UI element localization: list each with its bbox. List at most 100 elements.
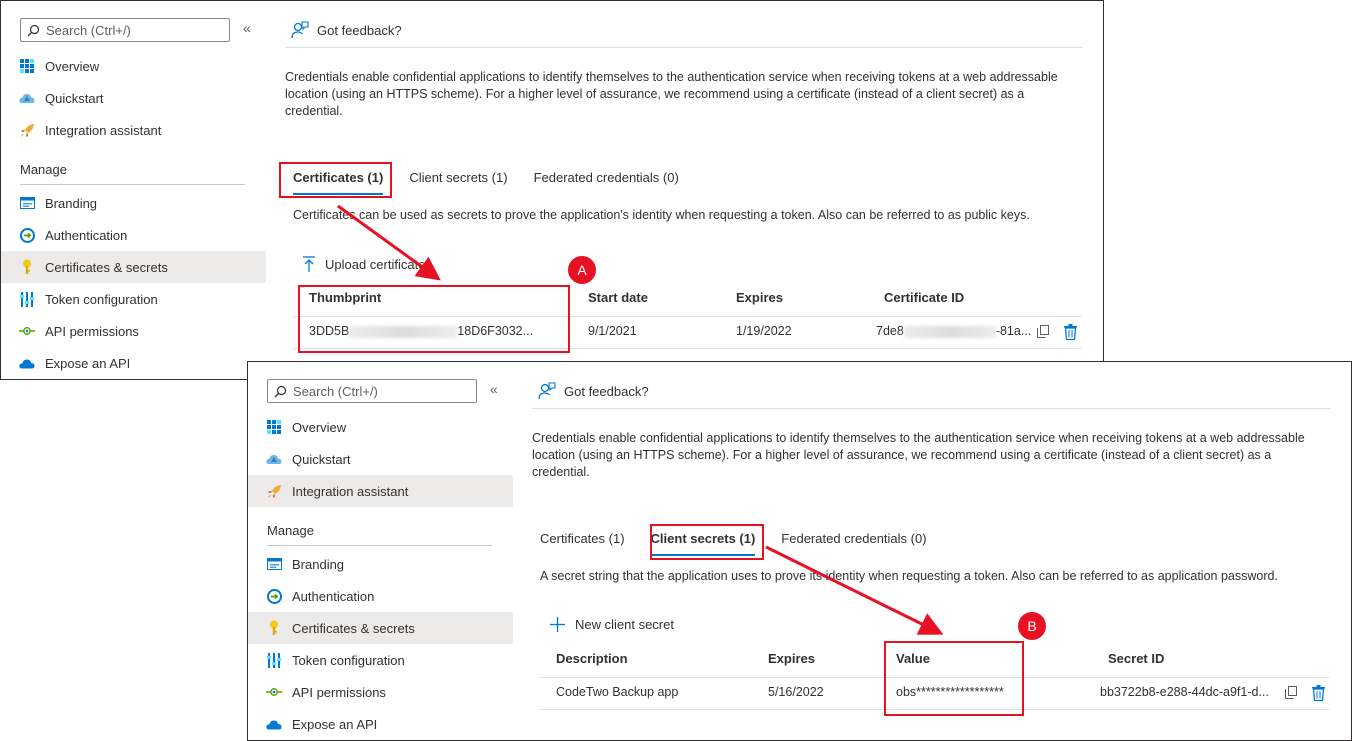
delete-icon[interactable]	[1064, 324, 1077, 340]
sidebar-item-label: Certificates & secrets	[292, 620, 415, 636]
new-client-secret-button[interactable]: New client secret	[550, 617, 674, 632]
sidebar-item-label: API permissions	[292, 684, 386, 700]
sidebar-item-label: API permissions	[45, 323, 139, 339]
feedback-button[interactable]: Got feedback?	[291, 21, 402, 39]
sidebar-item-integration-assistant[interactable]: Integration assistant	[1, 114, 266, 146]
app-registration-panel-certificates: Search (Ctrl+/) « Overview Quickstart In…	[0, 0, 1104, 380]
sidebar-item-label: Authentication	[45, 227, 128, 243]
certificate-id-start: 7de8	[876, 324, 904, 338]
column-header-secret-id: Secret ID	[1108, 651, 1165, 666]
feedback-person-icon	[291, 21, 309, 39]
sidebar-item-api-permissions[interactable]: API permissions	[1, 315, 266, 347]
sidebar-item-quickstart[interactable]: Quickstart	[248, 443, 513, 475]
callout-badge-b: B	[1017, 611, 1047, 641]
feedback-button[interactable]: Got feedback?	[538, 382, 649, 400]
sidebar-item-certificates-secrets[interactable]: Certificates & secrets	[248, 612, 513, 644]
sidebar-item-label: Integration assistant	[292, 483, 409, 499]
tab-federated-credentials[interactable]: Federated credentials (0)	[534, 169, 679, 195]
sidebar-item-label: Integration assistant	[45, 122, 162, 138]
delete-icon[interactable]	[1312, 685, 1325, 701]
sidebar-item-branding[interactable]: Branding	[1, 187, 266, 219]
token-config-icon	[19, 291, 35, 307]
sidebar-item-label: Expose an API	[292, 716, 378, 732]
collapse-sidebar-button[interactable]: «	[243, 20, 251, 36]
quickstart-cloud-icon	[19, 90, 35, 106]
token-config-icon	[266, 652, 282, 668]
callout-box-secret-value	[884, 641, 1024, 716]
column-header-certificate-id: Certificate ID	[884, 290, 965, 305]
expose-api-cloud-icon	[266, 716, 282, 732]
collapse-sidebar-button[interactable]: «	[490, 381, 498, 397]
sidebar-item-authentication[interactable]: Authentication	[1, 219, 266, 251]
sidebar-item-api-permissions[interactable]: API permissions	[248, 676, 513, 708]
certificate-id-end: -81a...	[995, 324, 1032, 338]
start-date-cell: 9/1/2021	[588, 324, 637, 338]
column-header-description: Description	[556, 651, 628, 666]
search-icon	[27, 24, 40, 37]
callout-box-client-secrets-tab	[650, 524, 764, 560]
expires-cell: 5/16/2022	[768, 685, 824, 699]
copy-icon[interactable]	[1037, 325, 1049, 338]
sidebar-item-certificates-secrets[interactable]: Certificates & secrets	[1, 251, 266, 283]
sidebar-item-label: Quickstart	[292, 451, 351, 467]
sidebar-item-integration-assistant[interactable]: Integration assistant	[248, 475, 513, 507]
sidebar-item-branding[interactable]: Branding	[248, 548, 513, 580]
search-placeholder: Search (Ctrl+/)	[293, 383, 378, 399]
overview-grid-icon	[266, 419, 282, 435]
search-placeholder: Search (Ctrl+/)	[46, 22, 131, 38]
sidebar-item-token-configuration[interactable]: Token configuration	[248, 644, 513, 676]
search-input[interactable]: Search (Ctrl+/)	[20, 18, 230, 42]
overview-grid-icon	[19, 58, 35, 74]
description-cell: CodeTwo Backup app	[556, 685, 679, 699]
section-divider	[20, 184, 245, 185]
sidebar-item-label: Token configuration	[292, 652, 405, 668]
sidebar-item-label: Overview	[45, 58, 100, 74]
section-divider	[267, 545, 492, 546]
branding-icon	[266, 556, 282, 572]
sidebar-item-overview[interactable]: Overview	[1, 50, 266, 82]
sidebar-item-authentication[interactable]: Authentication	[248, 580, 513, 612]
search-icon	[274, 385, 287, 398]
copy-icon[interactable]	[1285, 686, 1297, 699]
sidebar-item-expose-api[interactable]: Expose an API	[1, 347, 266, 379]
branding-icon	[19, 195, 35, 211]
certificates-description: Certificates can be used as secrets to p…	[293, 208, 1030, 222]
sidebar-item-overview[interactable]: Overview	[248, 411, 513, 443]
search-input[interactable]: Search (Ctrl+/)	[267, 379, 477, 403]
credentials-description: Credentials enable confidential applicat…	[285, 70, 1058, 118]
sidebar-item-label: Branding	[45, 195, 98, 211]
app-registration-panel-client-secrets: Search (Ctrl+/) « Overview Quickstart In…	[247, 361, 1352, 741]
secret-id-cell: bb3722b8-e288-44dc-a9f1-d...	[1100, 685, 1269, 699]
authentication-icon	[19, 227, 35, 243]
tab-certificates[interactable]: Certificates (1)	[540, 530, 625, 556]
sidebar-item-expose-api[interactable]: Expose an API	[248, 708, 513, 740]
sidebar-item-label: Certificates & secrets	[45, 259, 168, 275]
sidebar-item-quickstart[interactable]: Quickstart	[1, 82, 266, 114]
upload-certificate-label: Upload certificate	[325, 256, 426, 272]
rocket-icon	[266, 483, 282, 499]
certificate-id-cell: 7de8 -81a...	[876, 324, 1031, 338]
feedback-label: Got feedback?	[317, 22, 402, 38]
new-client-secret-label: New client secret	[575, 617, 674, 632]
sidebar-item-label: Overview	[292, 419, 347, 435]
tab-client-secrets[interactable]: Client secrets (1)	[409, 169, 507, 195]
tab-federated-credentials[interactable]: Federated credentials (0)	[781, 530, 926, 556]
manage-section-label: Manage	[267, 523, 314, 538]
sidebar-item-token-configuration[interactable]: Token configuration	[1, 283, 266, 315]
expose-api-cloud-icon	[19, 355, 35, 371]
sidebar-item-label: Expose an API	[45, 355, 131, 371]
header-divider	[285, 47, 1083, 48]
feedback-person-icon	[538, 382, 556, 400]
upload-icon	[303, 256, 315, 272]
authentication-icon	[266, 588, 282, 604]
header-divider	[532, 408, 1331, 409]
feedback-label: Got feedback?	[564, 383, 649, 399]
callout-badge-a: A	[567, 255, 597, 285]
callout-box-certificates-tab	[279, 162, 392, 198]
sidebar-item-label: Quickstart	[45, 90, 104, 106]
sidebar-item-label: Branding	[292, 556, 345, 572]
credentials-description: Credentials enable confidential applicat…	[532, 431, 1305, 479]
upload-certificate-button[interactable]: Upload certificate	[303, 256, 425, 272]
api-permissions-icon	[266, 684, 282, 700]
column-header-expires: Expires	[768, 651, 815, 666]
